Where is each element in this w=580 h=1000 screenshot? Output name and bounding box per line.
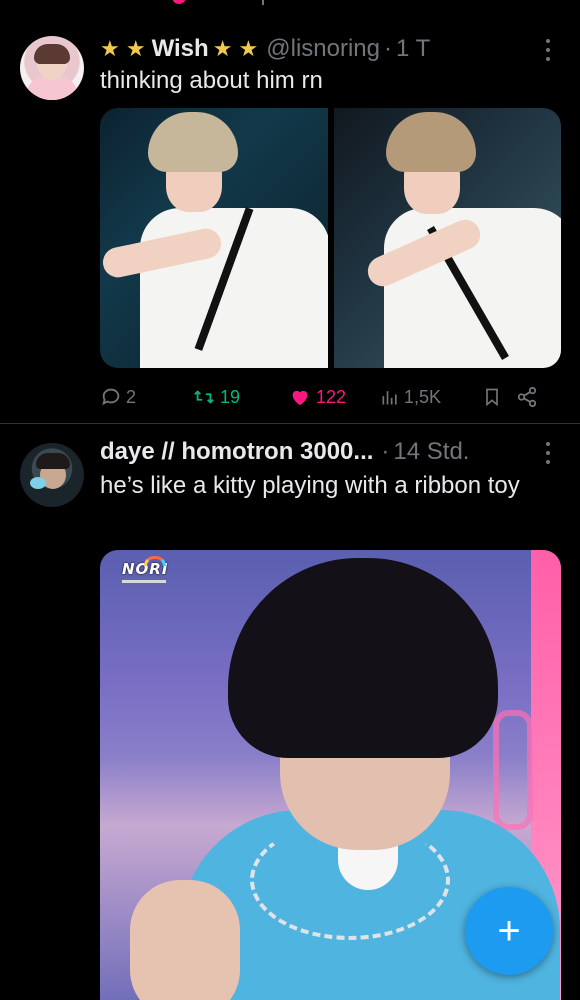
share-button[interactable] bbox=[516, 386, 546, 408]
header-separator: · bbox=[381, 438, 390, 465]
views-button[interactable]: 1,5K bbox=[380, 387, 482, 408]
tweet[interactable]: ★ ★ Wish ★ ★ @lisnoring · 1 T thinking a… bbox=[0, 14, 580, 424]
more-options-icon[interactable] bbox=[538, 439, 558, 467]
avatar-hair bbox=[34, 44, 70, 64]
divider-tick bbox=[262, 0, 264, 5]
media-grid bbox=[100, 108, 561, 368]
retweet-icon bbox=[194, 390, 214, 404]
tweet-photo[interactable] bbox=[100, 108, 328, 368]
display-name[interactable]: daye // homotron 3000... bbox=[100, 438, 373, 466]
photo-hair bbox=[385, 112, 476, 172]
like-indicator-partial bbox=[172, 0, 186, 4]
plus-icon: + bbox=[497, 909, 521, 953]
views-icon bbox=[382, 391, 397, 405]
watermark-underline bbox=[122, 580, 166, 583]
header-separator: · bbox=[384, 35, 392, 62]
reply-button[interactable]: 2 bbox=[100, 386, 192, 408]
photo-shirt bbox=[140, 208, 328, 368]
tweet-photo[interactable] bbox=[333, 108, 561, 368]
reply-count: 2 bbox=[126, 386, 137, 407]
watermark-logo: NORI bbox=[118, 556, 172, 592]
photo-chain bbox=[250, 820, 450, 940]
share-icon bbox=[517, 386, 537, 408]
avatar-bubble bbox=[30, 477, 46, 489]
tweet-header: daye // homotron 3000... · 14 Std. bbox=[100, 435, 469, 469]
more-options-icon[interactable] bbox=[538, 36, 558, 64]
display-name[interactable]: Wish bbox=[152, 35, 209, 63]
previous-tweet-edge bbox=[0, 0, 580, 12]
retweet-count: 19 bbox=[220, 386, 241, 407]
timestamp[interactable]: 1 T bbox=[396, 35, 430, 63]
tweet-text: thinking about him rn bbox=[100, 67, 323, 94]
bookmark-icon bbox=[486, 388, 498, 407]
like-button[interactable]: 122 bbox=[288, 386, 380, 408]
tweet-actions: 2 19 122 1,5K bbox=[100, 382, 555, 412]
neon-sign bbox=[493, 710, 533, 830]
avatar[interactable] bbox=[20, 36, 84, 100]
star-emoji-icon: ★ ★ bbox=[100, 36, 146, 61]
heart-icon bbox=[292, 390, 308, 406]
photo-hand bbox=[130, 880, 240, 1000]
timestamp[interactable]: 14 Std. bbox=[393, 438, 469, 466]
photo-hair bbox=[228, 558, 498, 758]
compose-button[interactable]: + bbox=[465, 887, 553, 975]
avatar-hair bbox=[36, 453, 70, 469]
tweet-text: he’s like a kitty playing with a ribbon … bbox=[100, 472, 520, 499]
photo-hair bbox=[148, 112, 238, 172]
reply-icon bbox=[102, 388, 120, 406]
views-count: 1,5K bbox=[404, 386, 442, 407]
retweet-button[interactable]: 19 bbox=[192, 386, 288, 408]
like-count: 122 bbox=[316, 386, 347, 407]
star-emoji-icon: ★ ★ bbox=[212, 36, 259, 61]
rainbow-icon bbox=[144, 556, 166, 566]
avatar[interactable] bbox=[20, 443, 84, 507]
bookmark-button[interactable] bbox=[482, 386, 516, 408]
user-handle[interactable]: @lisnoring bbox=[266, 35, 380, 63]
tweet-header: ★ ★ Wish ★ ★ @lisnoring · 1 T bbox=[100, 32, 430, 66]
